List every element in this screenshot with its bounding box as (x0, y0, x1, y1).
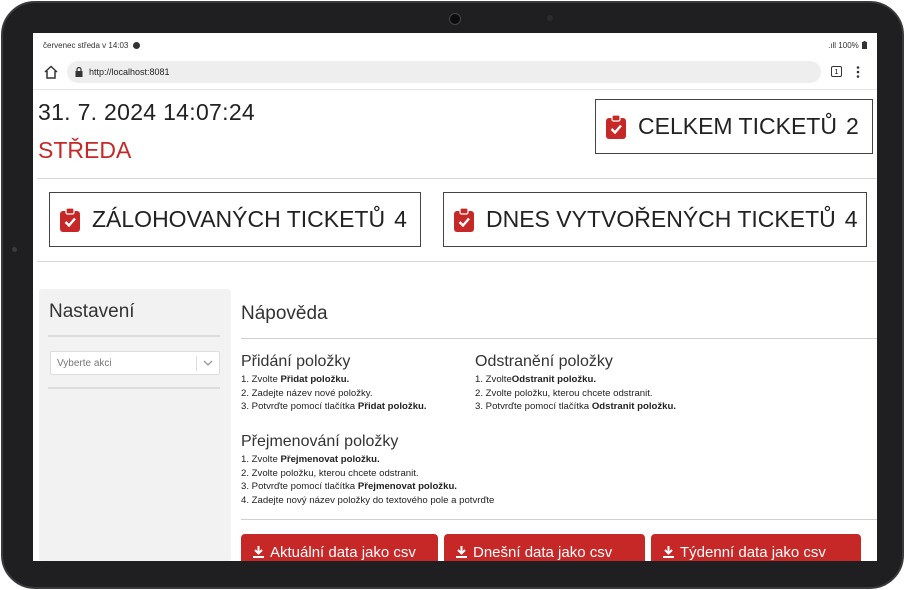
help-add-step-1-text: 1. Zvolte (241, 374, 281, 385)
section-divider (37, 178, 877, 179)
help-remove-item: Odstranění položky 1. ZvolteOdstranit po… (475, 353, 676, 414)
tablet-frame: červenec středa v 14:03 .ıll 100% http:/… (1, 1, 904, 589)
help-add-step-2: 2. Zadejte název nové položky. (241, 387, 373, 399)
chevron-down-icon (203, 360, 213, 366)
today-tickets-label: DNES VYTVOŘENÝCH TICKETŮ (486, 206, 836, 232)
camera-lens (449, 13, 461, 25)
download-current-csv-button[interactable]: Aktuální data jako csv (241, 534, 438, 561)
notification-icon (132, 42, 140, 49)
help-add-step-1: 1. Zvolte Přidat položku. (241, 373, 427, 387)
help-rename-step-4: 4. Zadejte nový název položky do textové… (241, 494, 495, 506)
help-rename-step-1-bold: Přejmenovat položku. (280, 454, 380, 465)
backup-tickets-label: ZÁLOHOVANÝCH TICKETŮ (92, 206, 386, 232)
light-sensor (547, 15, 553, 21)
help-divider (241, 519, 877, 520)
help-add-item: Přidání položky 1. Zvolte Přidat položku… (241, 353, 427, 414)
help-remove-step-3: 3. Potvrďte pomocí tlačítka Odstranit po… (475, 400, 676, 414)
status-right: .ıll 100% (828, 41, 867, 50)
total-tickets-card: CELKEM TICKETŮ 2 (595, 99, 873, 154)
help-remove-step-3-text: 3. Potvrďte pomocí tlačítka (475, 401, 592, 412)
help-add-step-3-bold: Přidat položku. (357, 401, 427, 412)
screen: červenec středa v 14:03 .ıll 100% http:/… (33, 33, 877, 561)
download-weekly-csv-button[interactable]: Týdenní data jako csv (651, 534, 861, 561)
tabs-count-icon[interactable]: 1 (831, 66, 842, 77)
status-bar: červenec středa v 14:03 .ıll 100% (33, 33, 877, 57)
download-icon (456, 546, 467, 558)
download-icon (663, 546, 674, 558)
sidebar-divider (48, 387, 220, 389)
url-text: http://localhost:8081 (89, 67, 170, 77)
help-rename-step-2: 2. Zvolte položku, kterou chcete odstran… (241, 467, 419, 479)
help-remove-step-1-bold: Odstranit položku. (511, 374, 597, 385)
backup-tickets-card: ZÁLOHOVANÝCH TICKETŮ 4 (49, 192, 421, 247)
help-rename-step-3: 3. Potvrďte pomocí tlačítka Přejmenovat … (241, 480, 494, 494)
backup-tickets-value: 4 (394, 206, 407, 232)
clipboard-check-icon (60, 207, 80, 232)
sidebar-divider (48, 335, 220, 337)
download-today-csv-button[interactable]: Dnešní data jako csv (444, 534, 645, 561)
help-remove-step-1-text: 1. Zvolte (475, 374, 512, 385)
section-divider (37, 261, 877, 262)
current-weekday: STŘEDA (38, 137, 132, 163)
current-datetime: 31. 7. 2024 14:07:24 (38, 99, 256, 125)
clipboard-check-icon (606, 114, 626, 139)
help-rename-step-3-text: 3. Potvrďte pomocí tlačítka (241, 481, 358, 492)
help-title: Nápověda (241, 303, 328, 324)
help-rename-step-1: 1. Zvolte Přejmenovat položku. (241, 453, 494, 467)
today-tickets-value: 4 (844, 206, 858, 232)
side-sensor (12, 247, 17, 252)
address-bar[interactable]: http://localhost:8081 (67, 61, 821, 83)
action-select-placeholder: Vyberte akci (57, 358, 112, 369)
help-add-step-3: 3. Potvrďte pomocí tlačítka Přidat polož… (241, 400, 427, 414)
help-rename-title: Přejmenování položky (241, 433, 399, 450)
home-icon[interactable] (43, 64, 59, 80)
download-weekly-csv-label: Týdenní data jako csv (680, 544, 826, 561)
help-rename-step-1-text: 1. Zvolte (241, 454, 281, 465)
action-select[interactable]: Vyberte akci (50, 351, 220, 375)
settings-title: Nastavení (49, 301, 135, 322)
clipboard-check-icon (454, 207, 474, 232)
battery-icon (862, 41, 867, 49)
select-separator (196, 356, 197, 371)
download-icon (253, 546, 264, 558)
help-remove-step-1: 1. ZvolteOdstranit položku. (475, 373, 676, 387)
status-left: červenec středa v 14:03 (43, 41, 140, 50)
status-datetime: červenec středa v 14:03 (43, 41, 129, 50)
help-add-step-1-bold: Přidat položku. (280, 374, 350, 385)
total-tickets-label: CELKEM TICKETŮ (638, 113, 837, 139)
download-today-csv-label: Dnešní data jako csv (473, 544, 613, 561)
help-rename-step-3-bold: Přejmenovat položku. (357, 481, 457, 492)
help-remove-step-3-bold: Odstranit položku. (591, 401, 677, 412)
help-remove-step-2: 2. Zvolte položku, kterou chcete odstran… (475, 387, 653, 399)
download-current-csv-label: Aktuální data jako csv (270, 544, 416, 561)
total-tickets-value: 2 (845, 113, 859, 139)
help-add-title: Přidání položky (241, 353, 351, 370)
help-remove-title: Odstranění položky (475, 353, 613, 370)
more-menu-icon[interactable] (856, 65, 860, 79)
help-rename-item: Přejmenování položky 1. Zvolte Přejmenov… (241, 433, 494, 507)
lock-icon (75, 67, 83, 77)
help-divider (241, 338, 877, 339)
help-add-step-3-text: 3. Potvrďte pomocí tlačítka (241, 401, 358, 412)
browser-toolbar: http://localhost:8081 1 (33, 58, 877, 88)
today-tickets-card: DNES VYTVOŘENÝCH TICKETŮ 4 (443, 192, 867, 247)
battery-signal-text: .ıll 100% (828, 41, 859, 50)
toolbar-divider (33, 89, 877, 90)
settings-sidebar: Nastavení Vyberte akci (39, 289, 231, 561)
